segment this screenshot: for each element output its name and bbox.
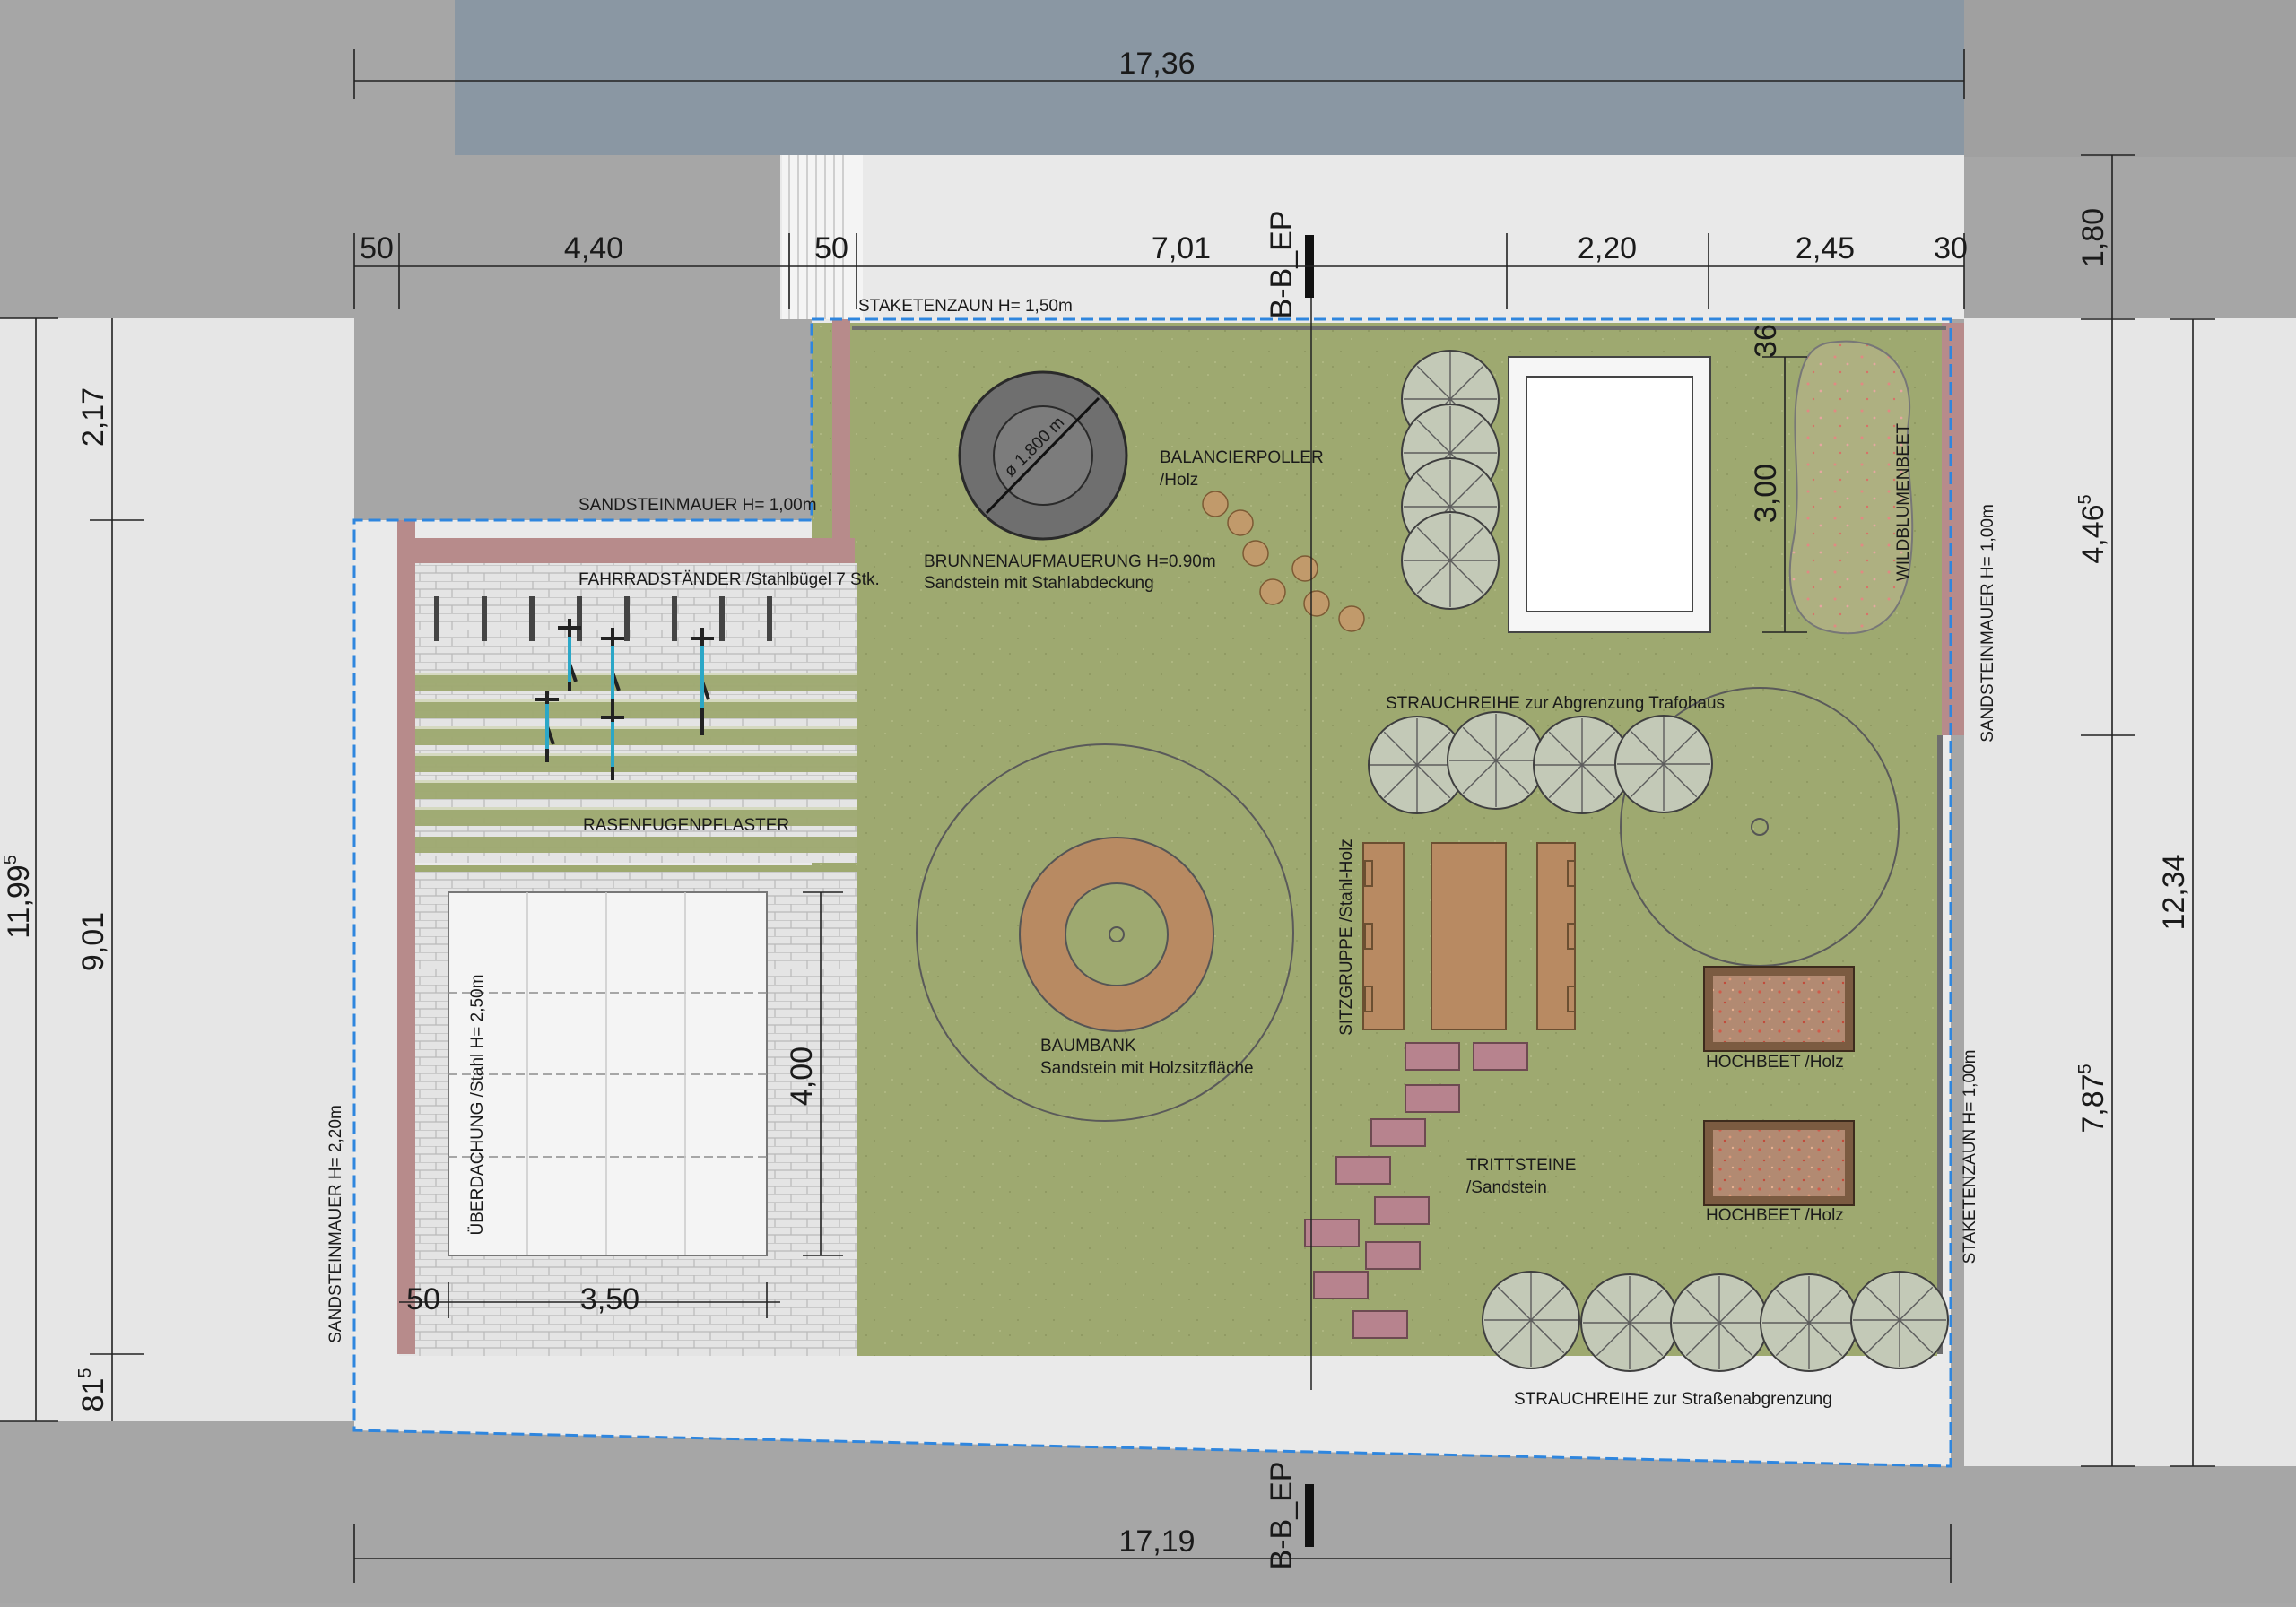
svg-text:STAKETENZAUN H= 1,00m: STAKETENZAUN H= 1,00m — [1961, 1050, 1979, 1264]
site-plan-drawing: 17,36 50 4,40 50 7,01 2,20 2,45 30 17,19 11,99… — [0, 0, 2296, 1603]
label-bike-racks: FAHRRADSTÄNDER /Stahlbügel 7 Stk. — [578, 570, 880, 589]
svg-text:B-B_EP: B-B_EP — [1265, 1462, 1299, 1570]
svg-text:7,875: 7,875 — [2075, 1064, 2110, 1133]
dim-top-segment: 50 — [360, 231, 394, 265]
dim-right-total: 12,34 — [2157, 854, 2191, 930]
label-sandstone-wall-top: SANDSTEINMAUER H= 1,00m — [578, 496, 817, 515]
svg-text:9,01: 9,01 — [76, 912, 110, 971]
label-sandstone-wall-right: SANDSTEINMAUER H= 1,00m — [1979, 504, 1997, 743]
label-sandstone-wall-left: SANDSTEINMAUER H= 2,20m — [326, 1105, 345, 1343]
shrub-icon — [1760, 1273, 1858, 1372]
label-grass-pavers: RASENFUGENPFLASTER — [583, 816, 789, 835]
seating-group — [1362, 842, 1576, 1030]
shrub-icon — [1580, 1273, 1679, 1372]
dim-left-segment-2: 9,01 — [76, 912, 110, 971]
sandbox — [1508, 356, 1711, 633]
label-wildflower-bed: WILDBLUMENBEET — [1894, 422, 1913, 581]
svg-text:1,80: 1,80 — [2076, 208, 2110, 267]
svg-text:ÜBERDACHUNG /Stahl H= 2,50m: ÜBERDACHUNG /Stahl H= 2,50m — [468, 975, 487, 1236]
label-picket-fence-top: STAKETENZAUN H= 1,50m — [858, 297, 1073, 316]
label-shrub-row-street: STRAUCHREIHE zur Straßenabgrenzung — [1514, 1390, 1832, 1409]
well — [958, 370, 1128, 541]
dim-right-inner-2: 4,465 — [2075, 494, 2110, 563]
dim-top-segment: 50 — [814, 231, 848, 265]
site-plan: 17,36 50 4,40 50 7,01 2,20 2,45 30 17,19 11,99… — [0, 0, 2296, 1603]
neighbour-plot-left — [0, 318, 354, 1421]
dim-top-segment: 4,40 — [564, 231, 623, 265]
shrub-icon — [1670, 1273, 1769, 1372]
forecourt — [780, 155, 1964, 319]
neighbour-building — [1964, 0, 2296, 157]
section-marker-top-label: B-B_EP — [1265, 211, 1299, 319]
dim-bottom-total: 17,19 — [1118, 1524, 1195, 1559]
label-shelter: ÜBERDACHUNG /Stahl H= 2,50m — [468, 975, 487, 1236]
svg-text:SANDSTEINMAUER H= 2,20m: SANDSTEINMAUER H= 2,20m — [326, 1105, 345, 1343]
svg-text:36: 36 — [1749, 324, 1783, 358]
dim-sandbox-offset: 36 — [1749, 324, 1783, 358]
dim-shelter-depth: 4,00 — [785, 1047, 819, 1106]
svg-text:12,34: 12,34 — [2157, 854, 2191, 930]
label-picket-fence-right: STAKETENZAUN H= 1,00m — [1961, 1050, 1979, 1264]
dim-sandbox-length: 3,00 — [1749, 464, 1783, 523]
shrub-icon — [1447, 711, 1545, 810]
section-marker-bottom-label: B-B_EP — [1265, 1462, 1299, 1570]
label-stepping-stones-subtitle: /Sandstein — [1466, 1178, 1547, 1197]
label-balancing-posts-title: BALANCIERPOLLER — [1160, 448, 1324, 467]
dim-top-segment: 30 — [1934, 231, 1968, 265]
sandstone-wall-right — [1942, 323, 1964, 735]
dim-right-inner-3: 7,875 — [2075, 1064, 2110, 1133]
sandstone-wall-bike — [397, 538, 855, 563]
svg-text:4,465: 4,465 — [2075, 494, 2110, 563]
svg-text:B-B_EP: B-B_EP — [1265, 211, 1299, 319]
dim-top-segment: 2,20 — [1578, 231, 1637, 265]
picket-fence-right — [1937, 735, 1943, 1354]
dim-top-total: 17,36 — [1118, 47, 1195, 81]
label-raised-bed-1: HOCHBEET /Holz — [1706, 1053, 1844, 1072]
label-stepping-stones-title: TRITTSTEINE — [1466, 1156, 1576, 1175]
svg-text:2,17: 2,17 — [76, 387, 110, 447]
grass-joint-end — [399, 865, 857, 872]
label-tree-bench-subtitle: Sandstein mit Holzsitzfläche — [1040, 1059, 1254, 1078]
svg-text:11,995: 11,995 — [1, 855, 36, 939]
label-tree-bench-title: BAUMBANK — [1040, 1037, 1136, 1055]
svg-text:SITZGRUPPE /Stahl-Holz: SITZGRUPPE /Stahl-Holz — [1337, 838, 1356, 1036]
dim-top-segment: 2,45 — [1796, 231, 1855, 265]
label-well-subtitle: Sandstein mit Stahlabdeckung — [924, 574, 1154, 593]
label-shrub-row-trafo: STRAUCHREIHE zur Abgrenzung Trafohaus — [1386, 694, 1725, 713]
dim-left-total: 11,995 — [1, 855, 36, 939]
dim-shelter-margin: 50 — [406, 1282, 440, 1316]
sandstone-wall-left — [397, 520, 415, 1354]
svg-text:WILDBLUMENBEET: WILDBLUMENBEET — [1894, 422, 1913, 581]
label-seating-group: SITZGRUPPE /Stahl-Holz — [1337, 838, 1356, 1036]
svg-text:4,00: 4,00 — [785, 1047, 819, 1106]
dim-right-inner-1: 1,80 — [2076, 208, 2110, 267]
dim-shelter-width: 3,50 — [580, 1282, 639, 1316]
shrub-icon — [1614, 715, 1713, 813]
tree-bench-hole — [1065, 882, 1169, 986]
label-raised-bed-2: HOCHBEET /Holz — [1706, 1206, 1844, 1225]
svg-text:SANDSTEINMAUER H= 1,00m: SANDSTEINMAUER H= 1,00m — [1979, 504, 1997, 743]
label-well-title: BRUNNENAUFMAUERUNG H=0.90m — [924, 552, 1216, 571]
sandstone-wall-corner — [832, 319, 850, 561]
label-balancing-posts-subtitle: /Holz — [1160, 471, 1198, 490]
dim-top-segment: 7,01 — [1152, 231, 1211, 265]
shrub-icon — [1482, 1271, 1580, 1369]
dim-left-segment-1: 2,17 — [76, 387, 110, 447]
bike-shelter — [448, 891, 768, 1256]
shrub-icon — [1850, 1271, 1949, 1369]
existing-building — [455, 0, 1964, 155]
svg-text:3,00: 3,00 — [1749, 464, 1783, 523]
shrub-icon — [1401, 511, 1500, 610]
neighbour-plot-right — [1964, 318, 2296, 1466]
